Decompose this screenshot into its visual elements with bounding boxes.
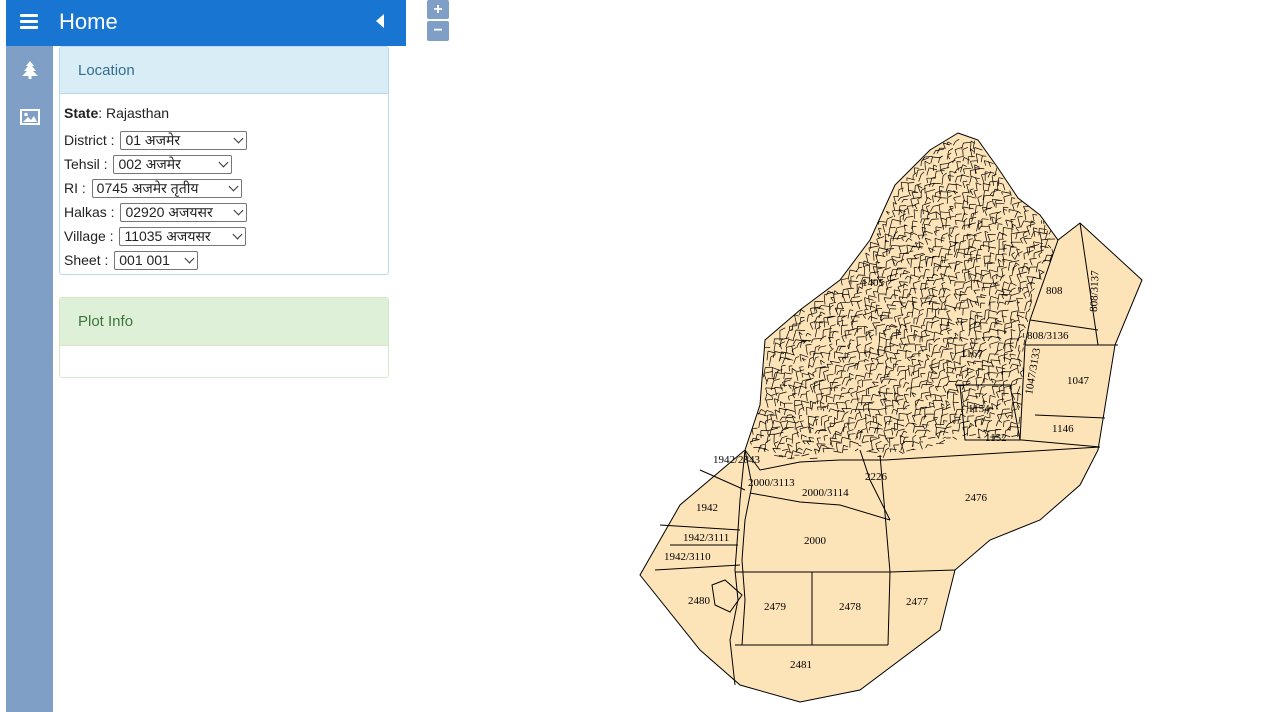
district-row: District : 01 अजमेर xyxy=(64,128,384,152)
chevron-down-icon xyxy=(234,133,244,143)
chevron-down-icon xyxy=(233,229,243,239)
plot-label[interactable]: 2476 xyxy=(965,492,988,504)
image-icon[interactable] xyxy=(6,102,53,132)
village-row: Village : 11035 अजयसर xyxy=(64,224,384,248)
page-title: Home xyxy=(59,9,118,34)
state-label: State xyxy=(64,105,99,121)
plot-label[interactable]: 2226 xyxy=(865,471,888,483)
plot-label[interactable]: 2480 xyxy=(688,595,711,607)
chevron-down-icon xyxy=(228,181,239,191)
plot-label[interactable]: 2479 xyxy=(764,601,787,613)
plot-label[interactable]: 808/3137 xyxy=(1088,270,1101,312)
chevron-down-icon xyxy=(219,157,229,167)
plot-label[interactable]: 1942/3110 xyxy=(664,551,711,563)
tree-icon[interactable] xyxy=(6,55,53,85)
village-value: 11035 अजयसर xyxy=(124,227,211,244)
sheet-label: Sheet : xyxy=(64,252,113,268)
plot-label[interactable]: 1152 xyxy=(985,432,1007,444)
district-select[interactable]: 01 अजमेर xyxy=(120,130,248,150)
zoom-in-button[interactable]: + xyxy=(427,0,449,19)
plot-label[interactable]: 1405 xyxy=(862,277,885,289)
state-value: : Rajasthan xyxy=(98,105,170,121)
chevron-down-icon xyxy=(234,205,244,215)
plot-label[interactable]: 1942/3111 xyxy=(683,532,729,544)
tehsil-select[interactable]: 002 अजमेर xyxy=(113,154,233,174)
menu-icon[interactable] xyxy=(20,14,38,30)
sheet-value: 001 001 xyxy=(119,252,170,268)
sheet-select[interactable]: 001 001 xyxy=(114,250,199,270)
district-label: District : xyxy=(64,132,119,148)
halkas-row: Halkas : 02920 अजयसर xyxy=(64,200,384,224)
ri-label: RI : xyxy=(64,180,90,196)
ri-row: RI : 0745 अजमेर तृतीय xyxy=(64,176,384,200)
plot-label[interactable]: 808/3136 xyxy=(1027,330,1069,342)
location-heading: Location xyxy=(60,47,388,94)
plot-label[interactable]: 1047 xyxy=(1067,375,1090,387)
village-select[interactable]: 11035 अजयसर xyxy=(119,226,247,246)
plot-info-heading: Plot Info xyxy=(60,298,388,346)
plot-label[interactable]: 1167 xyxy=(961,348,983,360)
district-value: 01 अजमेर xyxy=(125,131,181,148)
plot-label[interactable]: 2481 xyxy=(790,659,812,671)
ri-select[interactable]: 0745 अजमेर तृतीय xyxy=(91,178,242,198)
ri-value: 0745 अजमेर तृतीय xyxy=(96,179,199,196)
state-row: State: Rajasthan xyxy=(64,100,384,126)
location-panel: Location State: Rajasthan District : 01 … xyxy=(59,46,389,275)
collapse-panel-icon[interactable] xyxy=(376,14,384,28)
chevron-down-icon xyxy=(184,253,195,263)
header-bar: Home xyxy=(6,0,406,46)
plot-label[interactable]: 2478 xyxy=(839,601,862,613)
plot-label[interactable]: 808 xyxy=(1046,285,1063,297)
halkas-select[interactable]: 02920 अजयसर xyxy=(120,202,248,222)
plot-label[interactable]: 1154 xyxy=(968,403,990,415)
plot-label[interactable]: 1942 xyxy=(696,502,718,514)
plot-info-panel: Plot Info xyxy=(59,297,389,378)
halkas-value: 02920 अजयसर xyxy=(125,203,213,220)
plot-label[interactable]: 1942/2843 xyxy=(713,454,761,466)
tehsil-label: Tehsil : xyxy=(64,156,112,172)
plot-label[interactable]: 1146 xyxy=(1052,423,1074,435)
halkas-label: Halkas : xyxy=(64,204,119,220)
plot-label[interactable]: 2000 xyxy=(804,535,827,547)
tehsil-value: 002 अजमेर xyxy=(118,155,181,172)
zoom-out-button[interactable]: − xyxy=(427,21,449,41)
sheet-row: Sheet : 001 001 xyxy=(64,248,384,272)
plot-label[interactable]: 2477 xyxy=(906,596,929,608)
plot-label[interactable]: 2000/3114 xyxy=(802,487,849,499)
plot-label[interactable]: 2000/3113 xyxy=(748,477,795,489)
village-label: Village : xyxy=(64,228,118,244)
tehsil-row: Tehsil : 002 अजमेर xyxy=(64,152,384,176)
cadastral-map[interactable]: 808 808/3137 808/3136 1047 1047/3133 114… xyxy=(620,120,1160,710)
